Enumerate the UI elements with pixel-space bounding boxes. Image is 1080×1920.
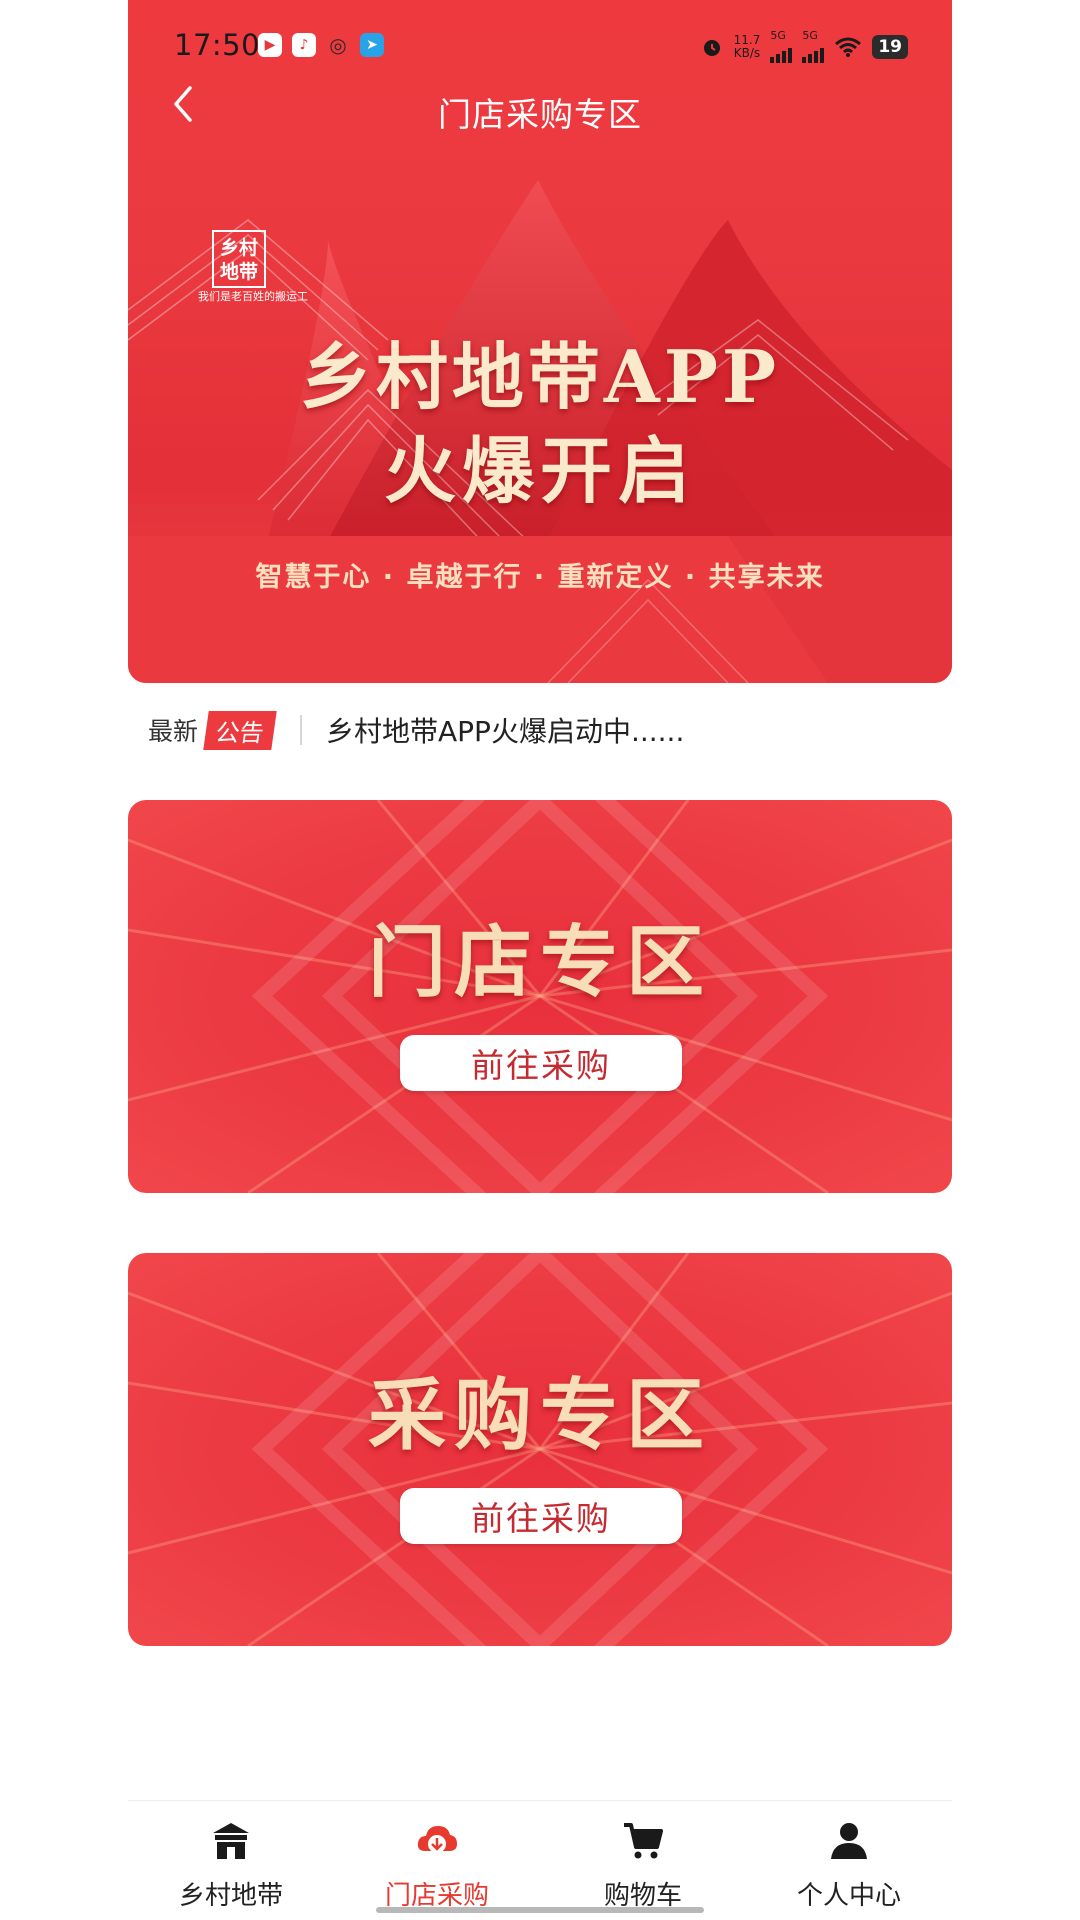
go-purchase-button[interactable]: 前往采购 [400, 1488, 682, 1544]
network-speed: 11.7 KB/s [733, 32, 761, 60]
signal-icon [770, 41, 793, 63]
status-indicators: 11.7 KB/s 5G 5G 19 [700, 30, 908, 63]
wifi-icon [835, 37, 862, 57]
navigation-bar: 门店采购专区 [128, 80, 952, 140]
tab-label: 乡村地带 [178, 1881, 283, 1911]
banner-subheadline: 火爆开启 [383, 428, 696, 513]
announcement-text[interactable]: 乡村地带APP火爆启动中...... [326, 710, 684, 750]
banner-headline: 乡村地带APP [299, 334, 781, 419]
bottom-tab-bar: 乡村地带 门店采购 购物车 个人中心 [128, 1800, 952, 1920]
go-purchase-button[interactable]: 前往采购 [400, 1035, 682, 1091]
user-icon [831, 1823, 867, 1859]
sim1-label: 5G [770, 29, 786, 42]
banner-tagline: 智慧于心 · 卓越于行 · 重新定义 · 共享未来 [255, 562, 825, 593]
tab-home[interactable]: 乡村地带 [128, 1819, 334, 1912]
purchase-zone-card[interactable]: 采购专区 前往采购 [128, 1253, 952, 1646]
tab-cart[interactable]: 购物车 [540, 1819, 746, 1912]
signal-icon [802, 41, 825, 63]
store-zone-card[interactable]: 门店专区 前往采购 [128, 800, 952, 1193]
home-indicator[interactable] [376, 1907, 704, 1913]
sim2-label: 5G [802, 29, 818, 42]
status-app-icons: ▶ ♪ ◎ ➤ [258, 33, 384, 57]
network-speed-unit: KB/s [733, 45, 761, 60]
announcement-latest-label: 最新 [148, 717, 199, 746]
battery-indicator: 19 [872, 34, 908, 59]
app-screen: 17:50 ▶ ♪ ◎ ➤ 11.7 KB/s 5G 5G 19 门店采购专区 … [128, 0, 952, 1920]
card-title: 门店专区 [367, 917, 712, 1008]
tab-label: 个人中心 [796, 1881, 901, 1911]
music-app-icon: ♪ [292, 33, 316, 57]
tab-store-purchase[interactable]: 门店采购 [334, 1819, 540, 1912]
alarm-icon [703, 39, 720, 56]
network-speed-value: 11.7 [733, 32, 761, 47]
brand-logo: 乡村地带 [212, 230, 266, 288]
status-bar: 17:50 ▶ ♪ ◎ ➤ 11.7 KB/s 5G 5G 19 [128, 0, 952, 92]
tab-profile[interactable]: 个人中心 [746, 1819, 952, 1912]
divider [300, 715, 303, 745]
wechat-icon: ◎ [329, 33, 347, 57]
video-app-icon: ▶ [258, 33, 282, 57]
telegram-icon: ➤ [360, 33, 384, 57]
announcement-badge: 公告 [203, 710, 277, 750]
sim2-signal: 5G [802, 29, 825, 63]
sim1-signal: 5G [770, 29, 793, 63]
cart-icon [624, 1823, 663, 1859]
brand-slogan: 我们是老百姓的搬运工 [198, 290, 308, 303]
header-banner: 17:50 ▶ ♪ ◎ ➤ 11.7 KB/s 5G 5G 19 门店采购专区 … [128, 0, 952, 683]
store-download-icon [417, 1826, 457, 1853]
page-title: 门店采购专区 [438, 95, 642, 134]
status-time: 17:50 [174, 28, 261, 62]
home-icon [213, 1823, 249, 1859]
card-title: 采购专区 [367, 1370, 712, 1461]
announcement-bar[interactable]: 最新 公告 乡村地带APP火爆启动中...... [128, 700, 952, 760]
